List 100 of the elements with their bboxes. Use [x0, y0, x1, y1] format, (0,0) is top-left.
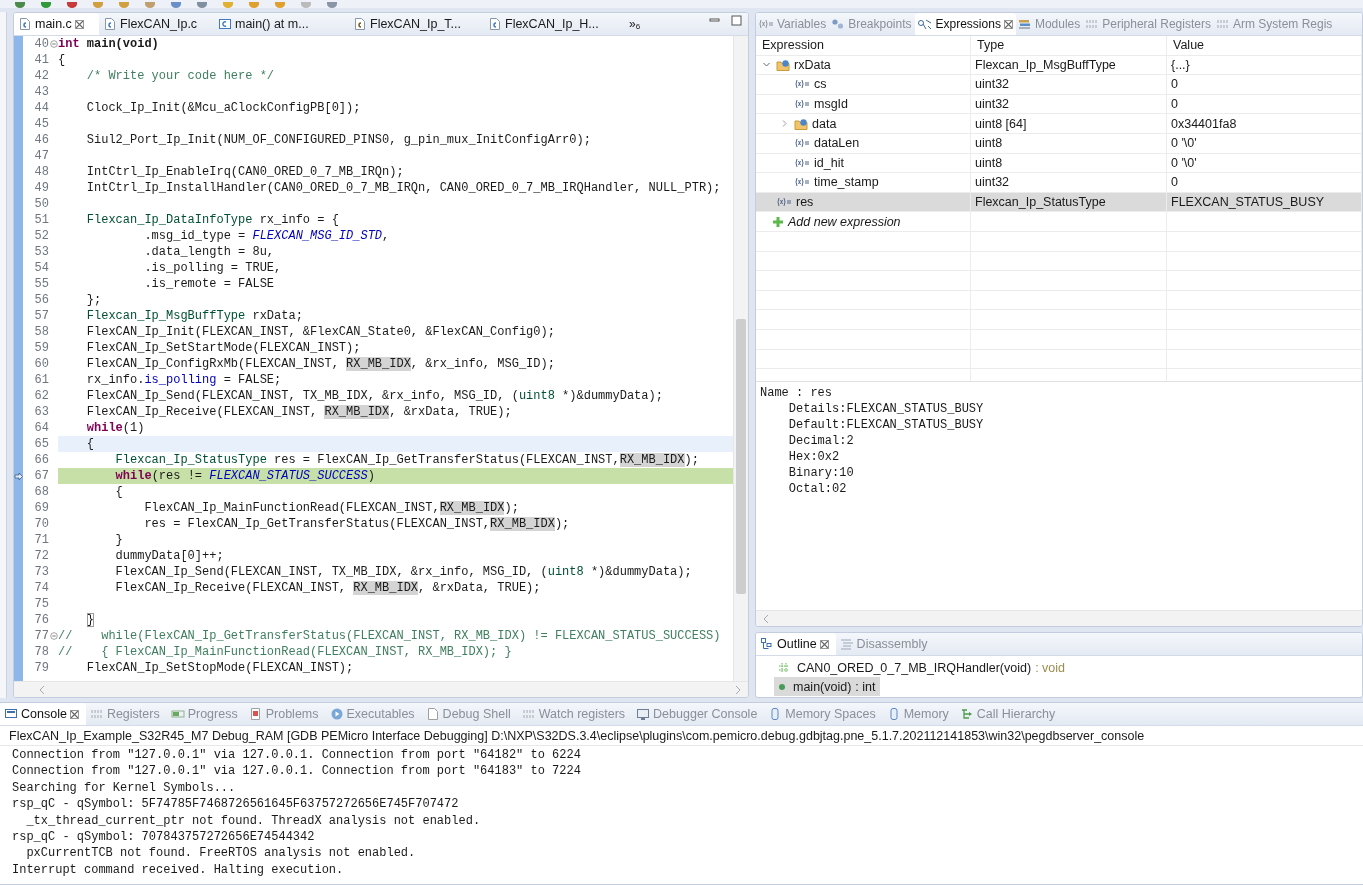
code-line: Flexcan_Ip_MsgBuffType rxData; — [85, 308, 303, 324]
horizontal-scrollbar[interactable] — [756, 610, 1362, 626]
document-icon — [425, 707, 440, 721]
console-line: Searching for Kernel Symbols... — [12, 779, 236, 797]
toolbar-icon[interactable] — [66, 2, 78, 8]
code-line: IntCtrl_Ip_InstallHandler(CAN0_ORED_0_7_MB_IRQn, CAN0_ORED_0_7_MB_IRQHandler, NULL_PTR); — [85, 180, 721, 196]
toolbar-icon[interactable] — [326, 2, 338, 8]
code-line: FlexCAN_Ip_Init(FLEXCAN_INST, &FlexCAN_State0, &FlexCAN_Config0); — [85, 324, 555, 340]
line-number: 67 — [33, 468, 49, 484]
folder-icon — [794, 116, 808, 131]
function-icon — [218, 17, 232, 31]
line-number: 44 — [33, 100, 49, 116]
console-icon — [4, 707, 18, 721]
code-line: }; — [85, 292, 102, 308]
console-line: Connection from "127.0.0.1" via 127.0.0.1. Connection from port "64183" to 7224 — [12, 763, 581, 780]
tab[interactable]: Expressions — [914, 13, 1016, 35]
outline-item[interactable]: main(void) : int — [774, 677, 880, 696]
column-header[interactable]: Type — [971, 36, 1167, 55]
toolbar-icon[interactable] — [118, 2, 130, 8]
value-text: 0 — [1171, 97, 1178, 112]
vertical-scrollbar[interactable] — [733, 36, 748, 681]
tab[interactable]: FlexCAN_Ip.c — [99, 13, 214, 35]
toolbar-icon[interactable] — [196, 2, 208, 8]
code-line: /* Write your code here */ — [85, 68, 275, 84]
toolbar-icon[interactable] — [92, 2, 104, 8]
expression-row[interactable]: id_hit uint8 0 '\0' — [756, 153, 1362, 174]
toolbar-icon[interactable] — [14, 2, 26, 8]
tab-overflow[interactable]: »6 — [619, 13, 651, 35]
toolbar-icon[interactable] — [144, 2, 156, 8]
console-line: _tx_thread_current_ptr not found. ThreadX analysis not enabled. — [25, 812, 481, 830]
horizontal-scrollbar[interactable] — [14, 681, 748, 697]
toolbar-icon[interactable] — [40, 2, 52, 8]
code-line: while(1) — [85, 420, 145, 436]
tab[interactable]: main.c — [14, 13, 99, 35]
value-text: FLEXCAN_STATUS_BUSY — [1171, 195, 1325, 210]
console-line: Interrupt command received. Halting execution. — [12, 861, 344, 879]
tab[interactable]: Outline — [756, 633, 836, 655]
line-number: 51 — [33, 212, 49, 228]
code-line: Siul2_Port_Ip_Init(NUM_OF_CONFIGURED_PINS0, g_pin_mux_InitConfigArr0); — [85, 132, 591, 148]
expression-row[interactable]: time_stamp uint32 0 — [756, 173, 1362, 193]
tab[interactable]: FlexCAN_Ip_T... — [349, 13, 484, 35]
expression-row[interactable]: msgId uint32 0 — [756, 94, 1362, 115]
code-line: FlexCAN_Ip_Receive(FLEXCAN_INST, RX_MB_IDX, &rxData, TRUE); — [85, 404, 512, 420]
line-number: 78 — [33, 644, 49, 660]
add-expression-row[interactable]: Add new expression — [756, 212, 1362, 232]
console-line: rsp_qC - qSymbol: 707843757272656E74544342 — [12, 829, 315, 846]
fold-icon — [49, 632, 58, 640]
toolbar-icon[interactable] — [274, 2, 286, 8]
expression-row[interactable]: cs uint32 0 — [756, 75, 1362, 95]
folder-icon — [776, 57, 790, 72]
expression-row[interactable]: dataLen uint8 0 '\0' — [756, 133, 1362, 154]
type-text: uint32 — [975, 97, 1010, 112]
register-icon — [1085, 17, 1100, 31]
line-number: 54 — [33, 260, 49, 276]
value-text: {...} — [1171, 57, 1190, 72]
code-line: } — [85, 612, 94, 628]
disassembly-icon — [839, 637, 854, 651]
register-icon — [1215, 17, 1230, 31]
expression-row[interactable]: data uint8 [64] 0x34401fa8 — [756, 114, 1362, 134]
expression-row[interactable]: res Flexcan_Ip_StatusType FLEXCAN_STATUS_BUSY — [756, 192, 1362, 213]
variable-icon — [758, 17, 774, 31]
tab[interactable]: FlexCAN_Ip_H... — [484, 13, 619, 35]
column-header[interactable]: Value — [1167, 36, 1362, 55]
line-number: 58 — [33, 324, 49, 340]
value-text: 0x34401fa8 — [1171, 116, 1237, 131]
detail-line: Binary:10 — [787, 465, 854, 481]
line-number: 71 — [33, 532, 49, 548]
line-number: 48 — [33, 164, 49, 180]
line-number: 45 — [33, 116, 49, 132]
code-line: FlexCAN_Ip_SetStopMode(FLEXCAN_INST); — [85, 660, 354, 676]
line-number: 64 — [33, 420, 49, 436]
toolbar-icon[interactable] — [170, 2, 182, 8]
column-header[interactable]: Expression — [756, 36, 971, 55]
expression-name: msgId — [814, 97, 849, 112]
detail-line: Hex:0x2 — [787, 449, 840, 465]
type-text: Flexcan_Ip_MsgBuffType — [975, 57, 1116, 72]
toolbar-icon[interactable] — [248, 2, 260, 8]
code-line: while(res != FLEXCAN_STATUS_SUCCESS) — [114, 468, 375, 484]
outline-item[interactable]: CAN0_ORED_0_7_MB_IRQHandler(void) : void — [774, 658, 1069, 677]
close-icon — [74, 19, 84, 29]
code-line: FlexCAN_Ip_MainFunctionRead(FLEXCAN_INST,RX_MB_IDX); — [143, 500, 519, 516]
code-line: Flexcan_Ip_StatusType res = FlexCAN_Ip_GetTransferStatus(FLEXCAN_INST,RX_MB_IDX); — [114, 452, 699, 468]
value-text: 0 — [1171, 175, 1178, 190]
tab[interactable]: Console — [0, 703, 86, 725]
expression-name: data — [812, 116, 837, 131]
fold-icon — [49, 40, 58, 48]
line-number: 68 — [33, 484, 49, 500]
line-number: 46 — [33, 132, 49, 148]
code-line: // { FlexCAN_Ip_MainFunctionRead(FLEXCAN_INST, RX_MB_IDX); } — [58, 644, 512, 660]
line-number: 50 — [33, 196, 49, 212]
c-file-icon — [18, 17, 32, 31]
c-file-icon — [103, 17, 117, 31]
expression-row[interactable]: rxData Flexcan_Ip_MsgBuffType {...} — [756, 55, 1362, 76]
line-number: 61 — [33, 372, 49, 388]
instruction-pointer-icon — [14, 471, 23, 481]
detail-line: Details:FLEXCAN_STATUS_BUSY — [787, 401, 984, 417]
expression-icon — [916, 17, 933, 31]
tab[interactable]: main() at m... — [214, 13, 349, 35]
detail-line: Default:FLEXCAN_STATUS_BUSY — [787, 417, 984, 433]
line-number: 66 — [33, 452, 49, 468]
